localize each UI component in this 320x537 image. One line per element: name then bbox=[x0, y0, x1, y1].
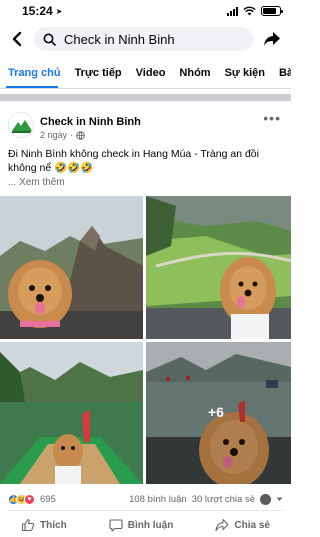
page-tabs: Trang chủ Trực tiếp Video Nhóm Sự kiện B… bbox=[0, 58, 291, 88]
viewer-avatar[interactable] bbox=[260, 493, 271, 505]
engagement-counts: 108 bình luận 30 lượt chia sẻ bbox=[129, 493, 283, 505]
reaction-icons: 👍 😆 ♥ bbox=[8, 493, 35, 505]
like-button[interactable]: Thích bbox=[21, 515, 67, 535]
share-icon bbox=[215, 518, 229, 532]
mountain-logo-icon bbox=[9, 113, 33, 137]
tab-events[interactable]: Sự kiện bbox=[225, 67, 265, 79]
dot-separator: · bbox=[70, 130, 74, 140]
comment-button[interactable]: Bình luận bbox=[109, 515, 174, 535]
post-separator bbox=[0, 94, 291, 101]
tab-video[interactable]: Video bbox=[136, 67, 166, 79]
tab-home[interactable]: Trang chủ bbox=[8, 67, 61, 79]
more-options-icon[interactable]: ••• bbox=[263, 110, 281, 126]
more-photos-count[interactable]: +6 bbox=[208, 404, 224, 420]
reaction-count[interactable]: 695 bbox=[40, 494, 56, 505]
share-count[interactable]: 30 lượt chia sẻ bbox=[192, 494, 255, 505]
status-indicators bbox=[227, 6, 283, 16]
photo-dog-boat-river[interactable] bbox=[0, 342, 143, 484]
tab-posts[interactable]: Bài bbox=[279, 67, 291, 79]
chevron-down-icon[interactable] bbox=[276, 497, 283, 502]
photo-dog-rice-fields[interactable] bbox=[146, 196, 291, 339]
chevron-left-icon bbox=[12, 31, 22, 47]
share-label: Chia sẻ bbox=[234, 519, 270, 531]
search-icon bbox=[43, 33, 56, 46]
post-text: Đi Ninh Bình không check in Hang Múa - T… bbox=[8, 148, 259, 174]
comment-bubble-icon bbox=[109, 519, 123, 532]
search-input[interactable]: Check in Ninh Binh bbox=[34, 27, 253, 51]
page-name[interactable]: Check in Ninh Binh bbox=[40, 116, 141, 128]
comment-count[interactable]: 108 bình luận bbox=[129, 494, 187, 505]
thumbs-up-icon bbox=[21, 518, 35, 532]
post-time[interactable]: 2 ngày bbox=[40, 130, 67, 140]
photo-grid bbox=[0, 196, 291, 484]
share-button[interactable]: Chia sẻ bbox=[215, 515, 270, 535]
post-actions: Thích Bình luận Chia sẻ bbox=[0, 515, 291, 535]
back-button[interactable] bbox=[8, 27, 26, 51]
search-header: Check in Ninh Binh bbox=[0, 24, 291, 54]
cellular-signal-icon bbox=[227, 6, 238, 16]
tab-live[interactable]: Trực tiếp bbox=[75, 67, 122, 79]
status-bar: 15:24 ➤ bbox=[0, 0, 291, 22]
search-query: Check in Ninh Binh bbox=[64, 31, 175, 47]
see-more-link[interactable]: ... Xem thêm bbox=[8, 177, 65, 188]
photo-dog-hang-mua[interactable] bbox=[0, 196, 143, 339]
reactions-summary[interactable]: 👍 😆 ♥ 695 108 bình luận 30 lượt chia sẻ bbox=[8, 492, 283, 506]
status-time: 15:24 bbox=[22, 4, 53, 18]
tabs-divider bbox=[0, 88, 291, 89]
share-arrow-icon bbox=[264, 32, 280, 46]
love-reaction-icon: ♥ bbox=[24, 493, 35, 505]
comment-label: Bình luận bbox=[127, 519, 174, 531]
like-label: Thích bbox=[40, 519, 67, 531]
page-avatar[interactable] bbox=[8, 112, 34, 138]
post-header: Check in Ninh Binh 2 ngày · ••• bbox=[0, 108, 291, 148]
location-arrow-icon: ➤ bbox=[55, 6, 63, 16]
tab-groups[interactable]: Nhóm bbox=[179, 67, 210, 79]
post-meta: 2 ngày · bbox=[40, 130, 85, 140]
battery-icon bbox=[261, 6, 283, 16]
share-page-button[interactable] bbox=[261, 27, 283, 51]
globe-icon bbox=[76, 130, 85, 140]
wifi-icon bbox=[243, 6, 256, 16]
actions-divider bbox=[8, 510, 283, 511]
